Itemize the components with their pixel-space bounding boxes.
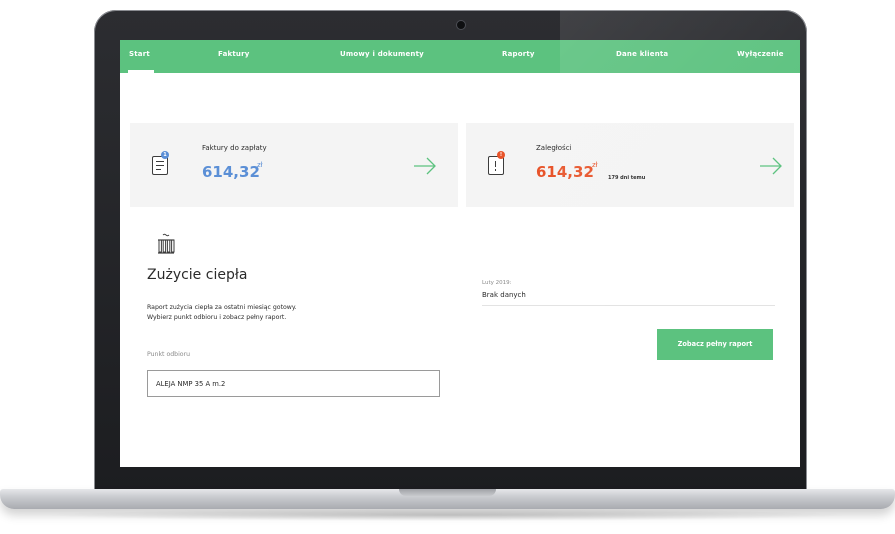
invoice-badge: 1 bbox=[161, 151, 169, 159]
radiator-icon bbox=[158, 233, 175, 254]
top-nav: Start Faktury Umowy i dokumenty Raporty … bbox=[120, 40, 800, 73]
delivery-point-value: ALEJA NMP 35 A m.2 bbox=[156, 380, 226, 388]
arrears-badge: ! bbox=[497, 151, 505, 159]
no-data-value: Brak danych bbox=[482, 291, 526, 299]
card-invoices[interactable]: 1 Faktury do zapłaty 614,32 zł bbox=[130, 123, 458, 207]
divider bbox=[482, 305, 775, 306]
arrears-currency: zł bbox=[592, 161, 598, 169]
heat-usage-title: Zużycie ciepła bbox=[147, 267, 248, 283]
camera-icon bbox=[456, 20, 466, 30]
nav-item-client-data[interactable]: Dane klienta bbox=[616, 50, 668, 58]
nav-item-reports[interactable]: Raporty bbox=[502, 50, 535, 58]
screen: Start Faktury Umowy i dokumenty Raporty … bbox=[120, 40, 800, 467]
invoices-amount: 614,32 bbox=[202, 163, 260, 181]
period-label: Luty 2019: bbox=[482, 280, 512, 286]
delivery-point-select[interactable]: ALEJA NMP 35 A m.2 bbox=[147, 370, 440, 397]
invoices-label: Faktury do zapłaty bbox=[202, 144, 267, 152]
heat-description-line-2: Wybierz punkt odbioru i zobacz pełny rap… bbox=[147, 314, 287, 321]
arrow-right-icon[interactable] bbox=[759, 157, 783, 175]
nav-active-indicator bbox=[128, 70, 154, 73]
full-report-button[interactable]: Zobacz pełny raport bbox=[657, 329, 773, 360]
heat-description-line-1: Raport zużycia ciepła za ostatni miesiąc… bbox=[147, 304, 297, 311]
arrears-amount: 614,32 bbox=[536, 163, 594, 181]
invoices-currency: zł bbox=[257, 161, 263, 169]
laptop-notch bbox=[399, 489, 496, 496]
arrears-days: 179 dni temu bbox=[608, 175, 646, 181]
arrears-label: Zaległości bbox=[536, 144, 572, 152]
nav-item-shutdown[interactable]: Wyłączenie bbox=[737, 50, 784, 58]
arrow-right-icon[interactable] bbox=[413, 157, 437, 175]
nav-item-invoices[interactable]: Faktury bbox=[218, 50, 250, 58]
delivery-point-label: Punkt odbioru bbox=[147, 351, 191, 358]
nav-item-start[interactable]: Start bbox=[129, 50, 150, 58]
nav-item-contracts[interactable]: Umowy i dokumenty bbox=[340, 50, 424, 58]
card-arrears[interactable]: ! Zaległości 614,32 zł 179 dni temu bbox=[466, 123, 794, 207]
laptop-shadow bbox=[40, 509, 855, 521]
